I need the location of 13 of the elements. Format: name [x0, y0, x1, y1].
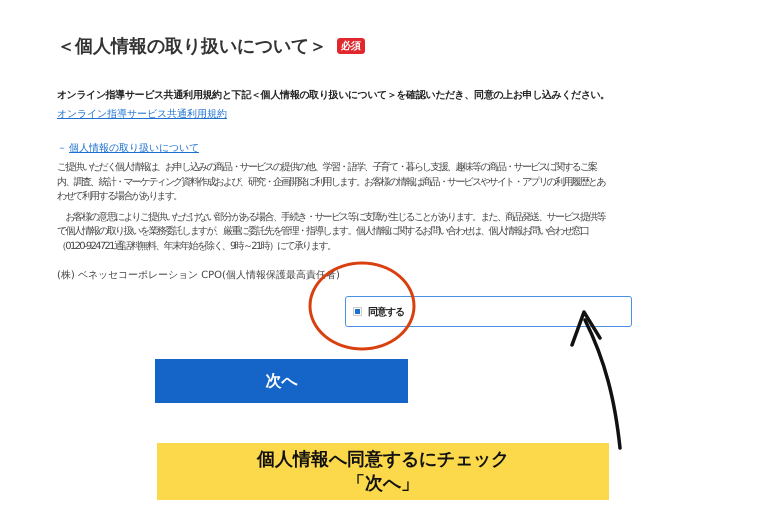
policy-paragraph: お客様の意思によりご提供いただけない部分がある場合、手続き・サービス等に支障が生じることがあります。また、商品発送、サービス提供等で個人情報の取り扱いを業務委託しますが、厳重に委託先を管理・指導します。個人情報に関するお問い合わせは、個人情報お問い合わせ窓口（0120-924721通話料無料、年末年始を除く、9時～21時）にて承ります。 — [57, 210, 606, 254]
section-title: ＜個人情報の取り扱いについて＞ — [57, 35, 327, 58]
next-button[interactable]: 次へ — [155, 359, 408, 403]
annotation-text: 「次へ」 — [347, 472, 419, 496]
agree-label: 同意する — [368, 306, 404, 318]
annotation-text: 個人情報へ同意するにチェック — [257, 448, 509, 472]
agree-checkbox[interactable]: 同意する — [345, 296, 632, 327]
terms-link[interactable]: オンライン指導サービス共通利用規約 — [57, 109, 227, 120]
checkbox-icon[interactable] — [353, 307, 362, 316]
intro-text: オンライン指導サービス共通利用規約と下記＜個人情報の取り扱いについて＞を確認いただき、同意の上お申し込みください。 — [57, 88, 607, 102]
policy-paragraph: ご提供いただく個人情報は、お申し込みの商品・サービスの提供の他、学習・語学、子育て・暮らし支援、趣味等の商品・サービスに関するご案内、調査、統計・マーケティング資料作成および、研究・企画開発に利用します。お客様の情報は商品・サービスやサイト・アプリの利用履歴とあわせて利用する場合があります。 — [57, 161, 606, 204]
privacy-toggle-link[interactable]: － 個人情報の取り扱いについて — [57, 141, 607, 155]
required-badge: 必須 — [337, 38, 365, 54]
